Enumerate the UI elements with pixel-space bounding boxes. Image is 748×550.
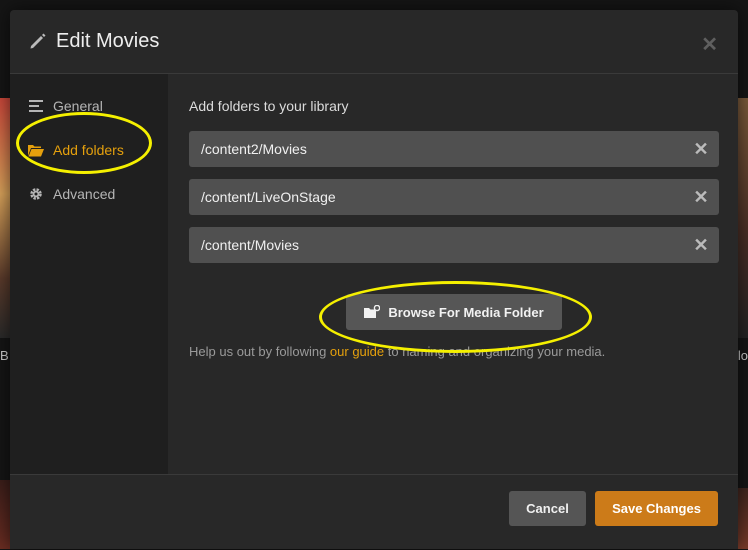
modal-footer: Cancel Save Changes	[10, 474, 738, 550]
folder-path: /content/Movies	[201, 237, 300, 253]
edit-library-modal: Edit Movies ✕ General Add folders Advanc…	[10, 10, 738, 549]
remove-folder-icon[interactable]: ✕	[683, 235, 719, 256]
help-prefix: Help us out by following	[189, 344, 330, 359]
folder-row: /content/LiveOnStage ✕	[189, 179, 719, 215]
folder-path: /content2/Movies	[201, 141, 307, 157]
sidebar-item-general[interactable]: General	[28, 95, 103, 117]
sidebar: General Add folders Advanced	[10, 74, 168, 474]
remove-folder-icon[interactable]: ✕	[683, 187, 719, 208]
sidebar-item-label: General	[53, 98, 103, 114]
sidebar-item-label: Advanced	[53, 186, 116, 202]
browse-button-label: Browse For Media Folder	[388, 304, 544, 320]
modal-header: Edit Movies ✕	[10, 10, 738, 74]
background-poster-left	[0, 98, 10, 338]
content-panel: Add folders to your library /content2/Mo…	[168, 74, 738, 474]
modal-title: Edit Movies	[56, 30, 160, 52]
background-text-left: B	[0, 348, 9, 363]
section-label: Add folders to your library	[189, 98, 349, 114]
pencil-icon	[30, 33, 46, 49]
folder-add-icon	[364, 305, 381, 319]
browse-folder-button[interactable]: Browse For Media Folder	[346, 294, 562, 330]
help-suffix: to naming and organizing your media.	[384, 344, 606, 359]
sidebar-item-add-folders[interactable]: Add folders	[28, 139, 124, 161]
guide-link[interactable]: our guide	[330, 344, 384, 359]
folder-row: /content/Movies ✕	[189, 227, 719, 263]
folder-row: /content2/Movies ✕	[189, 131, 719, 167]
sidebar-item-advanced[interactable]: Advanced	[28, 183, 115, 205]
folder-path: /content/LiveOnStage	[201, 189, 336, 205]
help-text: Help us out by following our guide to na…	[189, 344, 605, 359]
folder-open-icon	[28, 142, 44, 158]
save-changes-button[interactable]: Save Changes	[595, 491, 718, 526]
background-text-right: lo	[737, 348, 748, 363]
cancel-button[interactable]: Cancel	[509, 491, 586, 526]
sidebar-item-label: Add folders	[53, 142, 124, 158]
remove-folder-icon[interactable]: ✕	[683, 139, 719, 160]
gear-icon	[28, 186, 44, 202]
background-poster-right	[738, 98, 748, 338]
list-icon	[28, 98, 44, 114]
close-icon[interactable]: ✕	[701, 32, 718, 57]
